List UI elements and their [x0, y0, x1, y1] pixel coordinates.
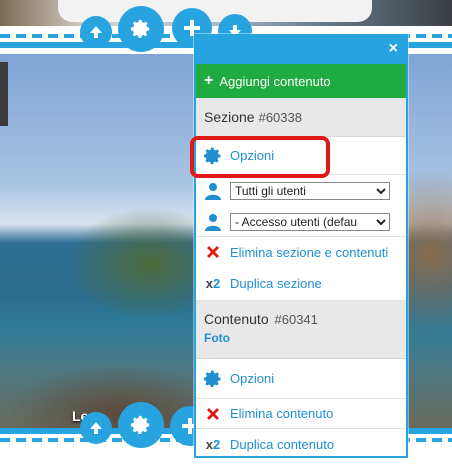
move-up-button[interactable]: [80, 16, 112, 48]
duplicate-x2-icon: x2: [205, 436, 221, 452]
section-settings-button[interactable]: [118, 6, 164, 52]
access-select[interactable]: - Accesso utenti (defau: [230, 212, 390, 231]
content-id: #60341: [274, 312, 318, 327]
add-content-label: Aggiungi contenuto: [219, 73, 331, 89]
delete-section-item[interactable]: Elimina sezione e contenuti: [196, 237, 406, 267]
content-options-label: Opzioni: [230, 371, 275, 386]
users-filter-row: Tutti gli utenti: [196, 175, 406, 207]
duplicate-content-item[interactable]: x2 Duplica contenuto: [196, 429, 406, 459]
plus-icon: +: [204, 72, 214, 89]
duplicate-content-label: Duplica contenuto: [230, 436, 335, 452]
duplicate-section-item[interactable]: x2 Duplica sezione: [196, 267, 406, 301]
delete-content-item[interactable]: Elimina contenuto: [196, 399, 406, 429]
users-select[interactable]: Tutti gli utenti: [230, 182, 390, 200]
content-title-line: Contenuto #60341: [204, 311, 398, 327]
arrow-up-icon: [90, 26, 102, 38]
add-content-bar-button[interactable]: + Aggiungi contenuto: [196, 64, 406, 98]
delete-content-label: Elimina contenuto: [230, 406, 334, 421]
duplicate-section-label: Duplica sezione: [230, 276, 322, 291]
section-id: #60338: [258, 109, 302, 125]
delete-section-label: Elimina sezione e contenuti: [230, 244, 389, 260]
user-icon: [202, 182, 224, 200]
left-edge-tab[interactable]: [0, 62, 8, 126]
highlight-box: [190, 136, 330, 178]
gear-icon: [130, 415, 150, 434]
content-title: Contenuto: [204, 311, 269, 327]
panel-header: ×: [196, 36, 406, 64]
duplicate-x2-icon: x2: [205, 276, 221, 291]
content-settings-button[interactable]: [118, 402, 164, 448]
gear-icon: [202, 369, 224, 389]
close-icon[interactable]: ×: [389, 40, 398, 58]
arrow-up-icon: [90, 422, 102, 434]
content-type: Foto: [204, 331, 230, 345]
content-options-item[interactable]: Opzioni: [196, 359, 406, 399]
user-icon: [202, 213, 224, 231]
section-title: Sezione: [204, 109, 255, 125]
content-header: Contenuto #60341 Foto: [196, 301, 406, 359]
section-options-panel: × + Aggiungi contenuto Sezione #60338 Op…: [194, 34, 408, 458]
access-filter-row: - Accesso utenti (defau: [196, 207, 406, 237]
content-move-up-button[interactable]: [80, 412, 112, 444]
delete-x-icon: [202, 244, 224, 260]
delete-x-icon: [202, 406, 224, 422]
gear-icon: [130, 19, 150, 38]
section-header: Sezione #60338: [196, 98, 406, 137]
